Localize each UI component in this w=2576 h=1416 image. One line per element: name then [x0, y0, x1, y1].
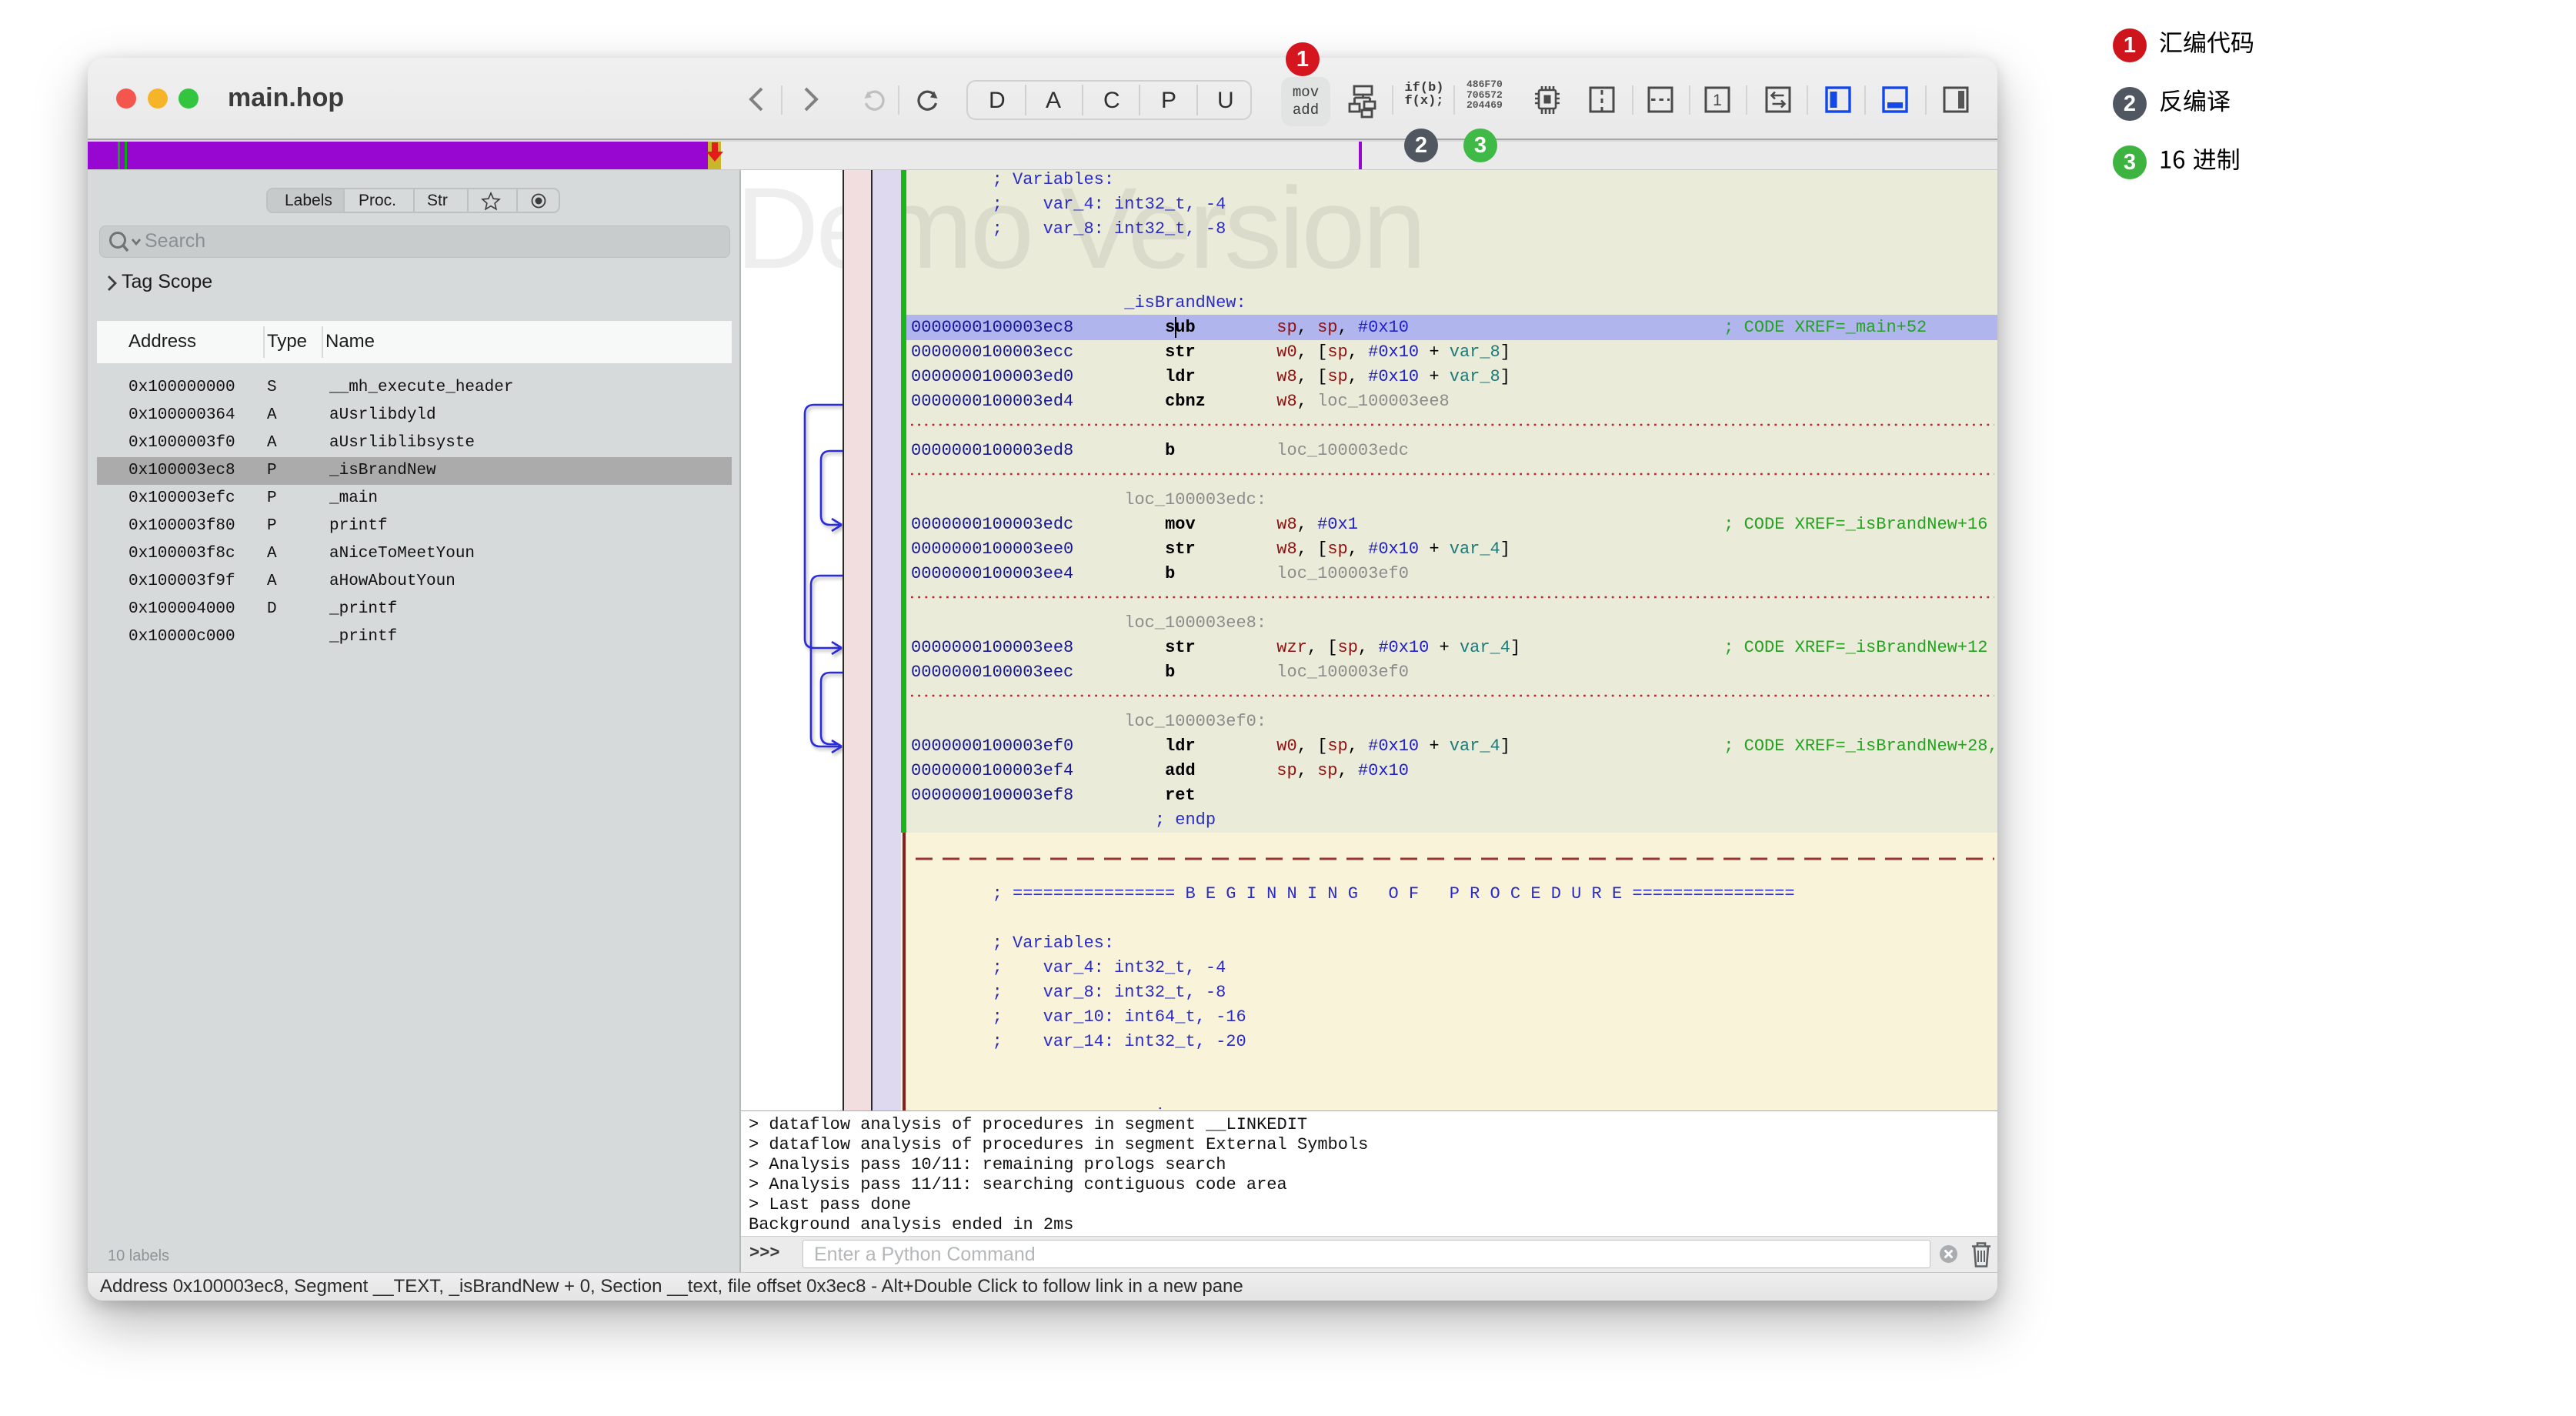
svg-text:1: 1	[1713, 92, 1722, 109]
